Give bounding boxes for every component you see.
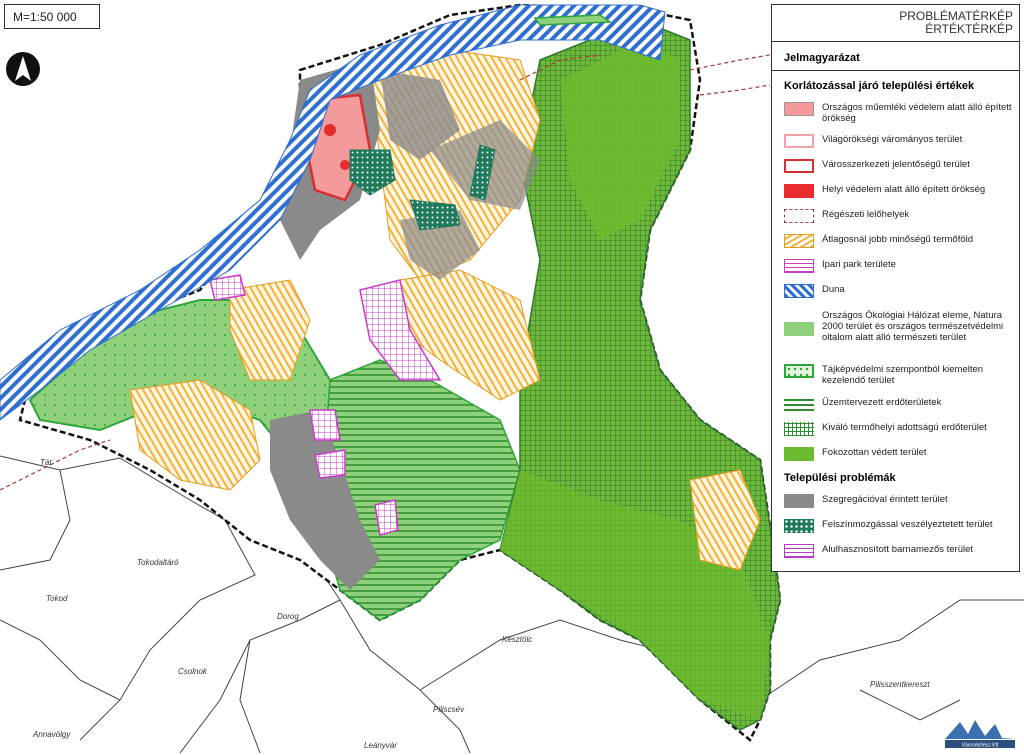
legend-panel: Jelmagyarázat Korlátozással járó települ… [771,42,1020,572]
map-title: PROBLÉMATÉRKÉP ÉRTÉKTÉRKÉP [771,4,1020,42]
logo-text: Városépítész Kft [962,743,999,749]
legend-section2-title: Települési problémák [784,472,896,484]
scale-label: M=1:50 000 [4,4,100,29]
place-kesztolc: Kesztölc [502,635,533,644]
place-annavolgy: Annavölgy [33,730,71,739]
place-csolnok: Csolnok [178,667,207,676]
place-tokod: Tokod [46,594,68,603]
place-piliscsev: Piliscsév [433,705,465,714]
place-tat: Tát [40,458,52,467]
north-arrow-icon [6,52,40,86]
place-tokodaltaro: Tokodaltáró [137,558,179,567]
place-dorog: Dorog [277,612,299,621]
title-line-2: ÉRTÉKTÉRKÉP [925,22,1013,36]
title-line-1: PROBLÉMATÉRKÉP [899,9,1013,23]
legend-heading: Jelmagyarázat [784,52,860,64]
legend-section1-title: Korlátozással járó települési értékek [784,80,975,92]
place-pilisszentkereszt: Pilisszentkereszt [870,680,930,689]
company-logo: Városépítész Kft [940,714,1020,750]
place-leanyvar: Leányvár [364,741,397,750]
